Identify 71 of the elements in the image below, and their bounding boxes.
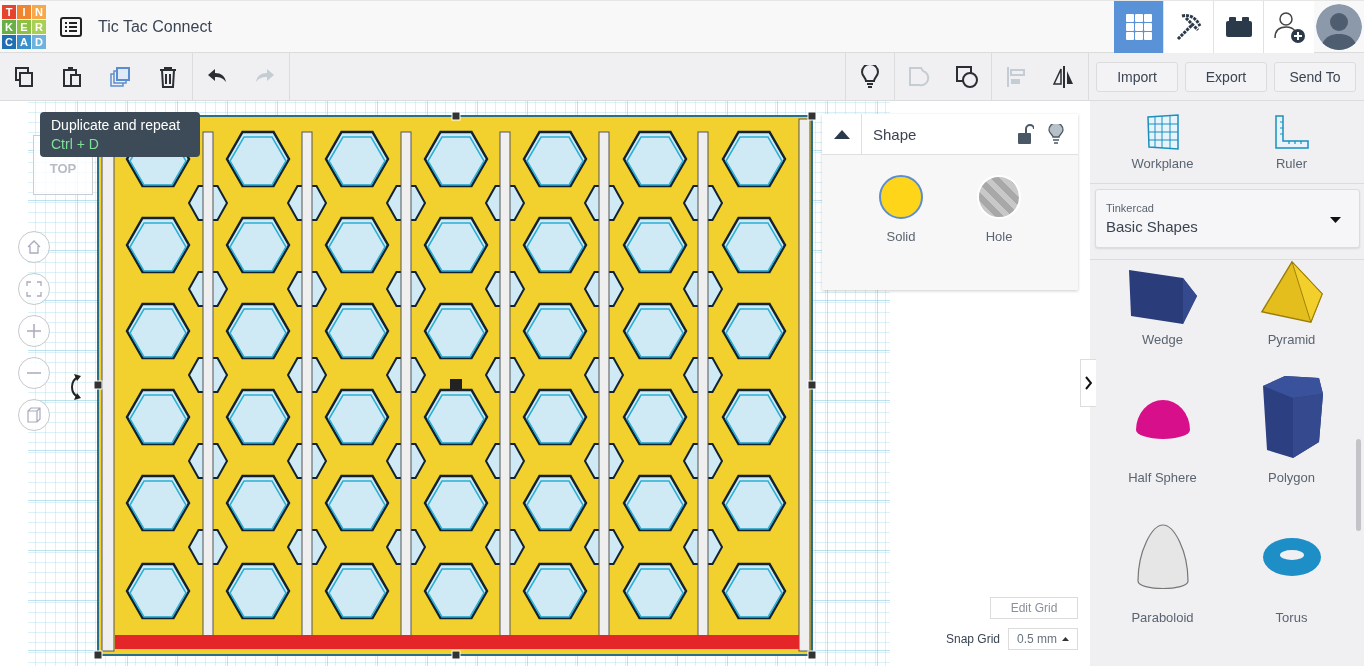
- logo-letter: E: [17, 19, 31, 34]
- ruler-icon: [1273, 113, 1310, 150]
- plus-icon: [26, 323, 42, 339]
- snap-grid-select[interactable]: 0.5 mm: [1008, 628, 1079, 650]
- square-circle-icon: [955, 64, 979, 89]
- ruler-button[interactable]: Ruler: [1246, 113, 1337, 171]
- resize-handle[interactable]: [807, 111, 817, 121]
- edit-grid-button[interactable]: Edit Grid: [990, 597, 1078, 619]
- action-button[interactable]: Export: [1185, 61, 1267, 92]
- caret-down-icon: [1330, 217, 1341, 223]
- lightbulb-icon: [858, 64, 882, 89]
- paraboloid-icon: [1135, 523, 1190, 591]
- box-icon: [26, 407, 42, 423]
- merged-shape-icon: [907, 64, 931, 89]
- snap-grid-label: Snap Grid: [946, 632, 1001, 646]
- logo-letter: R: [32, 19, 46, 34]
- view-mode-button[interactable]: [1214, 0, 1264, 53]
- logo-letter: T: [2, 4, 16, 19]
- hexagonal-prism-icon: [1260, 376, 1323, 458]
- shape-item[interactable]: Half Sphere: [1098, 359, 1227, 499]
- mirror-icon: [1052, 64, 1076, 89]
- align-icon: [1004, 64, 1028, 89]
- resize-handle[interactable]: [451, 111, 461, 121]
- home-icon: [26, 239, 42, 255]
- torus-icon: [1260, 536, 1323, 578]
- shape-item[interactable]: Wedge: [1098, 260, 1227, 359]
- shape-item[interactable]: Polygon: [1227, 359, 1356, 499]
- copy-icon: [12, 64, 36, 89]
- logo-letter: N: [32, 4, 46, 19]
- logo-letter: K: [2, 19, 16, 34]
- grid-icon: [1125, 13, 1152, 40]
- fit-view-icon: [26, 281, 42, 297]
- workplane-button[interactable]: Workplane: [1117, 113, 1208, 171]
- tooltip-text: Duplicate and repeat: [51, 117, 182, 133]
- minus-icon: [26, 371, 42, 375]
- list-icon[interactable]: [60, 16, 82, 37]
- action-button[interactable]: Send To: [1274, 61, 1356, 92]
- resize-handle[interactable]: [807, 380, 817, 390]
- pyramid-icon: [1259, 260, 1324, 324]
- logo-letter: D: [32, 34, 46, 49]
- resize-handle[interactable]: [451, 650, 461, 660]
- unlocked-padlock-icon[interactable]: [1018, 124, 1034, 144]
- add-user-icon: [1272, 9, 1306, 44]
- shape-item[interactable]: Pyramid: [1227, 260, 1356, 359]
- shape-item[interactable]: Torus: [1227, 499, 1356, 639]
- chevron-right-icon: [1085, 376, 1092, 390]
- resize-handle[interactable]: [807, 650, 817, 660]
- caret-up-icon: [833, 129, 850, 139]
- logo-letter: I: [17, 4, 31, 19]
- workplane-icon: [1144, 113, 1181, 150]
- lightbulb-icon[interactable]: [1048, 124, 1064, 144]
- action-button[interactable]: Import: [1096, 61, 1178, 92]
- panel-title: Shape: [873, 125, 918, 143]
- logo-letter: A: [17, 34, 31, 49]
- avatar[interactable]: [1316, 3, 1362, 50]
- design-title: Tic Tac Connect: [98, 17, 212, 36]
- caret-up-icon: [1062, 637, 1070, 641]
- view-mode-button[interactable]: [1164, 0, 1214, 53]
- brick-icon: [1224, 15, 1253, 38]
- shape-library-dropdown[interactable]: Tinkercad Basic Shapes: [1095, 189, 1360, 248]
- panel-toggle[interactable]: [1080, 359, 1096, 407]
- scrollbar[interactable]: [1356, 439, 1361, 531]
- logo-letter: C: [2, 34, 16, 49]
- clipboard-icon: [60, 64, 84, 89]
- view-cube-label: TOP: [49, 162, 77, 178]
- add-user-button[interactable]: [1264, 0, 1314, 53]
- stacked-squares-icon: [108, 64, 132, 89]
- resize-handle[interactable]: [93, 650, 103, 660]
- shape-item[interactable]: Paraboloid: [1098, 499, 1227, 639]
- center-handle[interactable]: [450, 379, 462, 391]
- resize-handle[interactable]: [93, 380, 103, 390]
